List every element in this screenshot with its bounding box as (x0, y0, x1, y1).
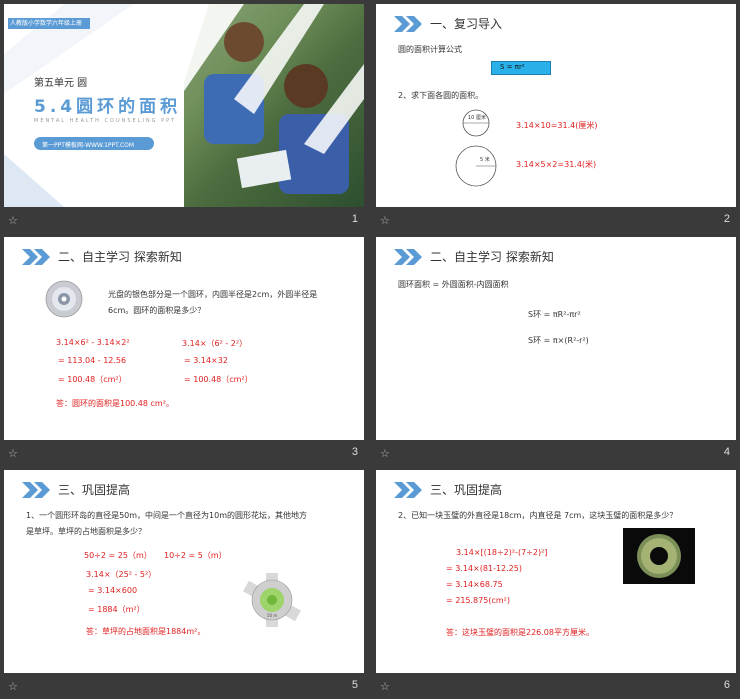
slide-number: 1 (351, 213, 358, 225)
slide-number: 2 (723, 213, 730, 225)
slide-face: 二、自主学习 探索新知 圆环面积 = 外圆面积-内圆面积 S环 = πR²-πr… (376, 237, 736, 440)
slide-thumbnail-4[interactable]: 二、自主学习 探索新知 圆环面积 = 外圆面积-内圆面积 S环 = πR²-πr… (376, 237, 736, 466)
slide-number: 4 (723, 446, 730, 458)
method-a-line-1: 3.14×6² - 3.14×2² (56, 338, 130, 347)
slide-number: 6 (723, 679, 730, 691)
method-a-line-2: = 113.04 - 12.56 (58, 356, 127, 365)
formula-text: S = πr² (500, 63, 525, 71)
ring-formula-1: S环 = πR²-πr² (528, 310, 581, 319)
roundabout-label: 50 m (267, 613, 278, 618)
answer-1: 3.14×10=31.4(厘米) (516, 121, 598, 130)
problem-line-1: 2、已知一块玉璧的外直径是18cm，内直径是 7cm，这块玉璧的面积是多少？ (398, 511, 678, 520)
slide-thumbnail-6[interactable]: 三、巩固提高 2、已知一块玉璧的外直径是18cm，内直径是 7cm，这块玉璧的面… (376, 470, 736, 699)
slide-number: 3 (351, 446, 358, 458)
slide-face: 三、巩固提高 2、已知一块玉璧的外直径是18cm，内直径是 7cm，这块玉璧的面… (376, 470, 736, 673)
slide-bar: ☆ 4 (376, 440, 736, 466)
step-1b: 10÷2 = 5（m） (164, 551, 227, 560)
step-4: = 215.875(cm²) (446, 596, 510, 605)
slide-face: 三、巩固提高 1、一个圆形环岛的直径是50m，中间是一个直径为10m的圆形花坛，… (4, 470, 364, 673)
star-icon[interactable]: ☆ (380, 680, 390, 693)
slide-bar: ☆ 3 (4, 440, 364, 466)
method-b-line-1: 3.14×（6² - 2²） (182, 339, 248, 348)
circle-5m-diagram (455, 145, 497, 187)
problem-line-2: 6cm。圆环的面积是多少？ (108, 306, 206, 315)
slide-face: 人教版小学数学六年级上册 第五单元 圆 5.4圆环的面积 MENTAL HEAL… (4, 4, 364, 207)
slide-thumbnail-1[interactable]: 人教版小学数学六年级上册 第五单元 圆 5.4圆环的面积 MENTAL HEAL… (4, 4, 364, 233)
problem-line-2: 是草坪。草坪的占地面积是多少？ (26, 527, 146, 536)
star-icon[interactable]: ☆ (8, 214, 18, 227)
slide-thumbnail-5[interactable]: 三、巩固提高 1、一个圆形环岛的直径是50m，中间是一个直径为10m的圆形花坛，… (4, 470, 364, 699)
jade-disc-icon (637, 534, 681, 578)
star-icon[interactable]: ☆ (8, 680, 18, 693)
slide-bar: ☆ 1 (4, 207, 364, 233)
circle-5m-label: 5 米 (480, 157, 490, 163)
step-3: = 3.14×600 (88, 586, 138, 595)
site-pill-text: 第一PPT模板网-WWW.1PPT.COM (42, 142, 135, 149)
chevron-double-icon (394, 249, 422, 265)
subtitle-english: MENTAL HEALTH COUNSELING PPT (34, 118, 177, 124)
slide-title: 5.4圆环的面积 (34, 97, 182, 117)
answer-2: 3.14×5×2=31.4(米) (516, 160, 597, 169)
heading-text: 二、自主学习 探索新知 (58, 250, 182, 264)
problem-line-1: 光盘的银色部分是一个圆环，内圆半径是2cm，外圆半径是 (108, 290, 318, 299)
slide-bar: ☆ 2 (376, 207, 736, 233)
heading-text: 三、巩固提高 (58, 483, 131, 497)
formula-prompt: 圆的面积计算公式 (398, 45, 462, 54)
step-2: 3.14×（25² - 5²） (86, 570, 157, 579)
answer-text: 答：这块玉璧的面积是226.08平方厘米。 (446, 628, 594, 637)
unit-label: 第五单元 圆 (34, 78, 88, 89)
answer-text: 答：草坪的占地面积是1884m²。 (86, 627, 206, 636)
slide-thumbnail-3[interactable]: 二、自主学习 探索新知 光盘的银色部分是一个圆环，内圆半径是2cm，外圆半径是 … (4, 237, 364, 466)
method-a-line-3: = 100.48（cm²） (58, 375, 127, 384)
chevron-double-icon (22, 249, 50, 265)
slide-bar: ☆ 5 (4, 673, 364, 699)
slide-thumbnail-2[interactable]: 一、复习导入 圆的面积计算公式 S = πr² 2、求下面各圆的面积。 10 厘… (376, 4, 736, 233)
heading-text: 二、自主学习 探索新知 (430, 250, 554, 264)
slide-face: 二、自主学习 探索新知 光盘的银色部分是一个圆环，内圆半径是2cm，外圆半径是 … (4, 237, 364, 440)
heading-text: 三、巩固提高 (430, 483, 503, 497)
step-1a: 50÷2 = 25（m） (84, 551, 152, 560)
chevron-double-icon (394, 16, 422, 32)
question-2: 2、求下面各圆的面积。 (398, 91, 484, 100)
grade-badge-text: 人教版小学数学六年级上册 (10, 20, 83, 27)
ring-formula-2: S环 = π×(R²-r²) (528, 336, 589, 345)
slide-bar: ☆ 6 (376, 673, 736, 699)
method-b-line-2: = 3.14×32 (184, 356, 228, 365)
heading-text: 一、复习导入 (430, 17, 503, 31)
chevron-double-icon (394, 482, 422, 498)
step-3: = 3.14×68.75 (446, 580, 503, 589)
star-icon[interactable]: ☆ (380, 214, 390, 227)
chevron-double-icon (22, 482, 50, 498)
slide-number: 5 (351, 679, 358, 691)
problem-line-1: 1、一个圆形环岛的直径是50m，中间是一个直径为10m的圆形花坛，其他地方 (26, 511, 308, 520)
jade-disc-photo (623, 528, 695, 584)
circle-10cm-diagram (462, 109, 490, 137)
ring-area-definition: 圆环面积 = 外圆面积-内圆面积 (398, 280, 509, 289)
step-2: = 3.14×(81-12.25) (446, 564, 522, 573)
slide-face: 一、复习导入 圆的面积计算公式 S = πr² 2、求下面各圆的面积。 10 厘… (376, 4, 736, 207)
cd-disc-icon (45, 280, 83, 318)
step-4: = 1884（m²） (88, 605, 145, 614)
star-icon[interactable]: ☆ (8, 447, 18, 460)
star-icon[interactable]: ☆ (380, 447, 390, 460)
step-1: 3.14×[(18÷2)²-(7÷2)²] (456, 548, 548, 557)
answer-text: 答：圆环的面积是100.48 cm²。 (56, 399, 174, 408)
roundabout-diagram (243, 573, 301, 627)
method-b-line-3: = 100.48（cm²） (184, 375, 253, 384)
circle-10cm-label: 10 厘米 (468, 115, 486, 121)
